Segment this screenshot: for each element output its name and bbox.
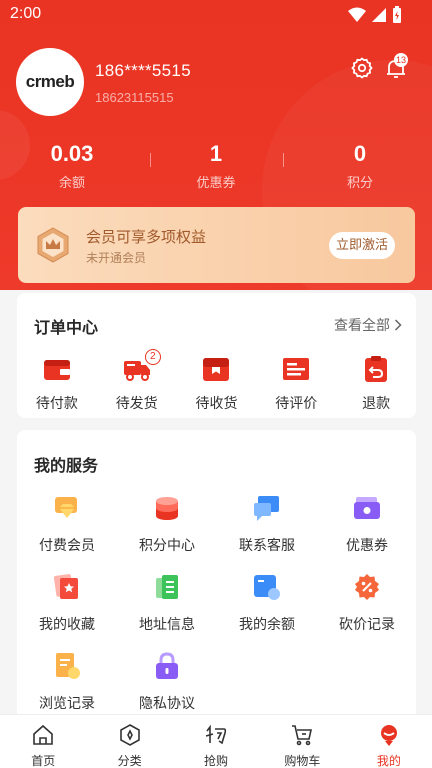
address-book-icon [156, 575, 178, 599]
balance-card-icon [254, 575, 280, 600]
tab-profile[interactable]: 我的 [346, 715, 432, 768]
battery-icon [393, 6, 401, 23]
services-title: 我的服务 [34, 456, 99, 475]
service-label: 我的余额 [239, 617, 295, 633]
stats-row: 0.03 余额 1 优惠券 0 积分 [0, 140, 432, 192]
order-item-pending-shipment[interactable]: 2 待发货 [97, 349, 177, 413]
order-item-pending-review[interactable]: 待评价 [256, 355, 336, 413]
service-customer-support[interactable]: 联系客服 [217, 494, 317, 555]
service-privacy-policy[interactable]: 隐私协议 [117, 652, 217, 713]
stat-divider [283, 153, 284, 167]
user-name[interactable]: 186****5515 [95, 61, 191, 81]
order-item-refund[interactable]: 退款 [336, 355, 416, 413]
order-count-badge: 2 [144, 349, 161, 365]
coins-stack-icon [156, 497, 178, 520]
profile-icon [380, 725, 397, 746]
service-bargain-records[interactable]: 砍价记录 [317, 573, 417, 634]
flash-sale-icon [205, 724, 227, 745]
wallet-icon [43, 360, 70, 380]
order-item-pending-payment[interactable]: 待付款 [17, 355, 97, 413]
status-icons [348, 6, 402, 24]
order-center-title: 订单中心 [34, 318, 99, 337]
order-item-label: 待付款 [35, 396, 78, 412]
service-label: 我的收藏 [39, 617, 95, 633]
stat-label: 优惠券 [196, 176, 236, 191]
tab-label: 抢购 [204, 754, 229, 768]
order-item-label: 待评价 [275, 396, 318, 412]
bargain-icon [355, 574, 379, 600]
service-browse-history[interactable]: 浏览记录 [17, 652, 117, 713]
coupon-wallet-icon [354, 497, 380, 519]
stat-coupons[interactable]: 1 优惠券 [144, 140, 288, 192]
chat-icon [254, 496, 279, 521]
stat-label: 积分 [346, 176, 373, 191]
see-all-label: 查看全部 [334, 318, 390, 334]
service-favorites[interactable]: 我的收藏 [17, 573, 117, 634]
avatar[interactable]: crmeb [16, 48, 84, 116]
service-label: 隐私协议 [139, 696, 195, 712]
tab-cart[interactable]: 购物车 [259, 715, 345, 768]
stat-value: 1 [209, 141, 223, 166]
stat-value: 0 [353, 141, 367, 166]
order-center-card: 订单中心 查看全部 待付款 2 待发货 待收货 待评价 退款 [17, 293, 416, 418]
stat-label: 余额 [58, 176, 85, 191]
service-label: 砍价记录 [339, 617, 395, 633]
service-coupons[interactable]: 优惠券 [317, 494, 417, 555]
service-label: 优惠券 [346, 538, 388, 554]
category-icon [119, 724, 140, 746]
service-address[interactable]: 地址信息 [117, 573, 217, 634]
service-label: 浏览记录 [39, 696, 95, 712]
tab-label: 首页 [31, 754, 56, 768]
order-item-label: 待发货 [115, 396, 158, 412]
service-label: 地址信息 [139, 617, 195, 633]
bottom-tab-bar: 首页 分类 抢购 购物车 我的 [0, 714, 432, 768]
signal-icon [372, 8, 386, 22]
tab-home[interactable]: 首页 [0, 715, 86, 768]
notification-badge: 13 [394, 53, 409, 67]
order-item-label: 待收货 [195, 396, 238, 412]
service-label: 付费会员 [39, 538, 95, 554]
activate-member-button[interactable]: 立即激活 [329, 232, 395, 259]
gear-icon[interactable] [350, 56, 374, 80]
service-label: 积分中心 [139, 538, 195, 554]
crown-badge-icon [37, 227, 69, 263]
avatar-logo-text: crmeb [25, 72, 75, 91]
tab-label: 我的 [376, 754, 401, 768]
tab-category[interactable]: 分类 [86, 715, 172, 768]
see-all-orders-link[interactable]: 查看全部 [334, 315, 402, 335]
wifi-icon [348, 7, 366, 22]
tab-label: 分类 [117, 754, 142, 768]
status-time: 2:00 [10, 5, 42, 22]
tab-flash-sale[interactable]: 抢购 [173, 715, 259, 768]
service-paid-membership[interactable]: 付费会员 [17, 494, 117, 555]
order-item-pending-receipt[interactable]: 待收货 [177, 355, 257, 413]
stat-points[interactable]: 0 积分 [288, 140, 432, 192]
home-icon [33, 724, 54, 745]
user-phone: 18623115515 [95, 90, 174, 105]
diamond-icon [55, 497, 77, 518]
package-icon [203, 358, 230, 381]
stat-balance[interactable]: 0.03 余额 [0, 140, 144, 192]
services-card: 我的服务 付费会员 积分中心 联系客服 优惠券 我的收藏 地址信息 我的余额 砍… [17, 430, 416, 720]
order-status-list: 待付款 2 待发货 待收货 待评价 退款 [17, 349, 416, 413]
order-item-label: 退款 [362, 396, 391, 412]
member-subtitle: 未开通会员 [86, 251, 147, 265]
refund-icon [365, 356, 388, 382]
service-points-center[interactable]: 积分中心 [117, 494, 217, 555]
service-label: 联系客服 [239, 538, 295, 554]
favorite-star-icon [53, 574, 78, 599]
history-icon [56, 653, 80, 679]
member-title: 会员可享多项权益 [86, 228, 207, 246]
stat-divider [150, 153, 151, 167]
status-bar: 2:00 [0, 0, 432, 30]
member-banner[interactable]: 会员可享多项权益 未开通会员 立即激活 [18, 207, 415, 283]
stat-value: 0.03 [50, 141, 94, 166]
review-icon [283, 358, 310, 380]
cart-icon [292, 725, 313, 746]
chevron-right-icon [394, 319, 402, 331]
lock-icon [156, 652, 178, 679]
service-balance[interactable]: 我的余额 [217, 573, 317, 634]
tab-label: 购物车 [284, 754, 321, 768]
